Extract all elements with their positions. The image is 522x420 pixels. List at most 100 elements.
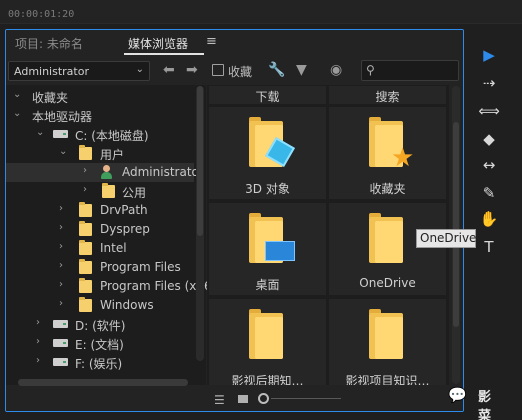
drive-icon [53,339,68,347]
watermark-text: 影菜 [478,390,492,420]
timecode-readout: 00:00:01:20 [8,9,75,20]
tree-item-favorites[interactable]: ⌄ 收藏夹 [6,87,194,106]
tree-item-label: Program Files (x86 [100,279,212,293]
back-arrow-icon[interactable]: ⬅ [163,62,175,78]
zoom-slider-track[interactable] [271,398,341,399]
search-icon: ⚲ [366,63,375,77]
folder-icon [79,278,92,293]
selection-tool-icon[interactable]: ▶ [478,44,500,66]
chevron-right-icon[interactable]: › [59,279,63,290]
ripple-edit-tool-icon[interactable]: ⟺ [478,100,500,122]
tree-item-drive-c[interactable]: ⌄ C: (本地磁盘) [6,125,194,144]
chevron-right-icon[interactable]: › [83,184,87,195]
list-view-icon[interactable]: ☰ [214,393,225,407]
scrollbar-thumb[interactable] [453,122,459,327]
location-value: Administrator [14,65,89,78]
tree-item-intel[interactable]: › Intel [6,239,194,258]
tree-item-label: F: (娱乐) [75,357,123,371]
favorites-checkbox[interactable] [212,64,224,76]
type-tool-icon[interactable]: T [478,236,500,258]
grid-item-onedrive[interactable]: OneDrive [329,203,446,295]
browser-toolbar: Administrator ⌄ ⬅ ➡ 收藏 🔧 ▼ ◉ ⚲ [6,59,463,83]
view-controls-bar: ☰ [6,388,463,411]
search-input[interactable]: ⚲ [361,60,459,81]
drive-icon [53,130,68,138]
grid-item-downloads[interactable]: 下载 [209,86,326,104]
folder-icon [249,309,283,359]
chevron-right-icon[interactable]: › [59,298,63,309]
scrollbar-thumb[interactable] [197,86,203,236]
grid-item-video-post-knowledge[interactable]: 影视后期知… [209,299,326,385]
tab-project[interactable]: 项目: 未命名 [15,35,83,52]
pen-tool-icon[interactable]: ✎ [478,182,500,204]
chevron-right-icon[interactable]: › [36,336,40,347]
zoom-slider-knob[interactable] [258,393,269,404]
location-dropdown[interactable]: Administrator ⌄ [8,61,150,81]
tree-item-label: 收藏夹 [32,91,69,105]
slip-tool-icon[interactable]: ↔ [478,154,500,176]
tree-item-administrator[interactable]: › Administrator [6,163,204,182]
folder-icon [79,297,92,312]
grid-item-searches[interactable]: 搜索 [329,86,446,104]
filter-icon[interactable]: ▼ [296,62,307,78]
grid-item-video-project-knowledge[interactable]: 影视项目知识… [329,299,446,385]
folder-icon [79,202,92,217]
tab-media-browser[interactable]: 媒体浏览器 [128,35,188,52]
tree-item-label: 用户 [100,148,125,162]
chevron-right-icon[interactable]: › [59,241,63,252]
grid-item-label: 影视项目知识… [345,374,430,385]
razor-tool-icon[interactable]: ◆ [478,128,500,150]
media-browser-panel: 项目: 未命名 媒体浏览器 ≡ Administrator ⌄ ⬅ ➡ 收藏 🔧… [5,29,464,412]
grid-item-label: 影视后期知… [231,374,304,385]
forward-arrow-icon[interactable]: ➡ [186,62,198,78]
tree-item-drive-d[interactable]: › D: (软件) [6,315,194,334]
grid-item-label: 搜索 [375,90,400,104]
folder-icon [79,240,92,255]
hand-tool-icon[interactable]: ✋ [478,208,500,230]
chevron-down-icon[interactable]: ⌄ [13,108,21,119]
tree-horizontal-scrollbar[interactable] [18,379,188,386]
tree-item-drive-e[interactable]: › E: (文档) [6,334,194,353]
eye-icon[interactable]: ◉ [330,62,342,78]
chevron-down-icon: ⌄ [135,64,144,75]
tree-item-program-files-x86[interactable]: › Program Files (x86 [6,277,212,296]
tree-vertical-scrollbar[interactable] [196,86,204,361]
grid-item-favorites[interactable]: ★ 收藏夹 [329,107,446,199]
chevron-right-icon[interactable]: › [83,165,87,176]
grid-item-label: 收藏夹 [369,182,406,196]
folder-icon [369,309,403,359]
tree-item-dysprep[interactable]: › Dysprep [6,220,194,239]
grid-item-label: 下载 [255,90,280,104]
tree-item-local-drives[interactable]: ⌄ 本地驱动器 [6,106,194,125]
tree-item-drive-f[interactable]: › F: (娱乐) [6,353,194,372]
chevron-down-icon[interactable]: ⌄ [36,127,44,138]
chevron-down-icon[interactable]: ⌄ [13,89,21,100]
tree-item-program-files[interactable]: › Program Files [6,258,194,277]
timecode-bar: 00:00:01:20 [0,0,522,24]
chevron-right-icon[interactable]: › [36,317,40,328]
wrench-icon[interactable]: 🔧 [268,62,285,78]
track-select-tool-icon[interactable]: ⇢ [478,72,500,94]
icon-view-icon[interactable] [238,395,248,403]
user-folder-icon [100,165,113,179]
tree-item-public[interactable]: › 公用 [6,182,194,201]
tooltip: OneDrive [416,229,476,248]
tree-item-label: Intel [100,241,127,255]
chevron-right-icon[interactable]: › [59,203,63,214]
panel-tabs: 项目: 未命名 媒体浏览器 ≡ [6,30,463,56]
chevron-down-icon[interactable]: ⌄ [59,146,67,157]
chevron-right-icon[interactable]: › [59,260,63,271]
grid-item-label: OneDrive [359,276,416,290]
tree-item-label: Administrator [122,165,204,179]
grid-item-desktop[interactable]: 桌面 [209,203,326,295]
tree-item-drvpath[interactable]: › DrvPath [6,201,194,220]
tree-item-users[interactable]: ⌄ 用户 [6,144,194,163]
tree-item-windows[interactable]: › Windows [6,296,194,315]
chevron-right-icon[interactable]: › [36,355,40,366]
panel-menu-icon[interactable]: ≡ [206,34,217,49]
grid-item-label: 桌面 [255,278,280,292]
folder-icon [79,221,92,236]
chevron-right-icon[interactable]: › [59,222,63,233]
grid-item-3d-objects[interactable]: 3D 对象 [209,107,326,199]
folder-icon [79,145,92,160]
